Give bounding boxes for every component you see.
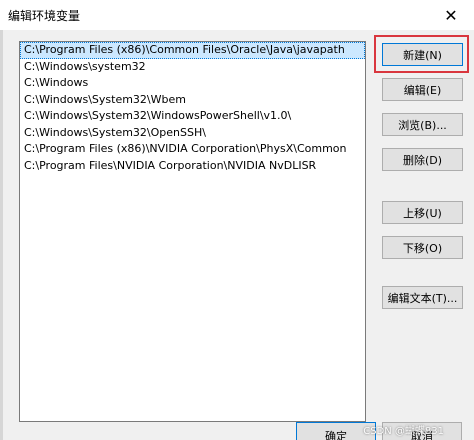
path-item[interactable]: C:\Program Files (x86)\NVIDIA Corporatio… xyxy=(20,141,365,158)
path-item[interactable]: C:\Windows\System32\WindowsPowerShell\v1… xyxy=(20,108,365,125)
delete-button[interactable]: 删除(D) xyxy=(382,148,463,171)
title-bar: 编辑环境变量 ✕ xyxy=(0,0,474,30)
edit-button[interactable]: 编辑(E) xyxy=(382,78,463,101)
path-list[interactable]: C:\Program Files (x86)\Common Files\Orac… xyxy=(19,41,366,422)
path-item[interactable]: C:\Program Files (x86)\Common Files\Orac… xyxy=(20,42,365,59)
path-item[interactable]: C:\Windows\System32\OpenSSH\ xyxy=(20,125,365,142)
path-item[interactable]: C:\Windows xyxy=(20,75,365,92)
move-down-button[interactable]: 下移(O) xyxy=(382,236,463,259)
path-item[interactable]: C:\Windows\System32\Wbem xyxy=(20,92,365,109)
close-button[interactable]: ✕ xyxy=(428,0,474,30)
watermark: CSDN @蝴蝶831 xyxy=(363,426,444,437)
window-title: 编辑环境变量 xyxy=(8,9,81,23)
new-button[interactable]: 新建(N) xyxy=(382,43,463,66)
close-icon: ✕ xyxy=(444,5,458,25)
browse-button[interactable]: 浏览(B)... xyxy=(382,113,463,136)
window-edge xyxy=(0,30,3,440)
edit-text-button[interactable]: 编辑文本(T)... xyxy=(382,286,463,309)
move-up-button[interactable]: 上移(U) xyxy=(382,201,463,224)
path-item[interactable]: C:\Program Files\NVIDIA Corporation\NVID… xyxy=(20,158,365,175)
path-item[interactable]: C:\Windows\system32 xyxy=(20,59,365,76)
